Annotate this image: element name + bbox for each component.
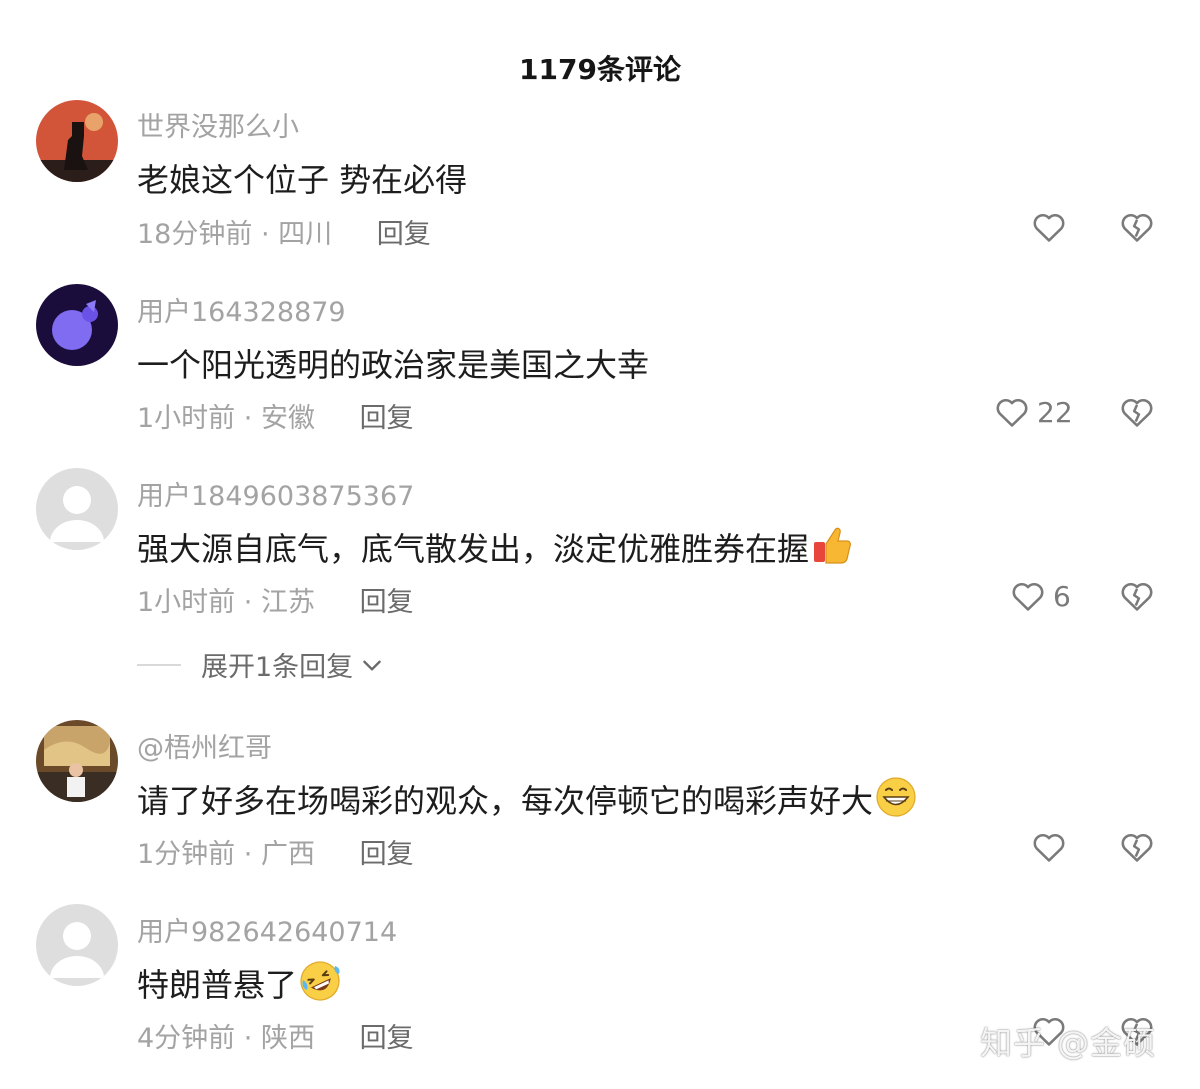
- comment-text-body: 强大源自底气，底气散发出，淡定优雅胜券在握: [137, 530, 810, 568]
- rolling-laughing-face-icon: [299, 960, 341, 1010]
- comment-text: 请了好多在场喝彩的观众，每次停顿它的喝彩声好大: [137, 776, 917, 826]
- comment-meta: 1小时前 · 安徽 回复: [137, 396, 414, 435]
- watermark: 知乎 @金硕: [980, 1024, 1157, 1062]
- broken-heart-icon: [1121, 398, 1153, 427]
- avatar[interactable]: [36, 100, 118, 182]
- expand-replies-label: 展开1条回复: [201, 652, 354, 683]
- dislike-button[interactable]: [1118, 577, 1156, 619]
- comment-meta: 1小时前 · 江苏 回复: [137, 580, 414, 619]
- grinning-face-icon: [875, 776, 917, 826]
- divider: [137, 663, 181, 666]
- reply-button[interactable]: 回复: [360, 1023, 414, 1054]
- like-button[interactable]: [1030, 828, 1068, 866]
- separator: ·: [260, 219, 270, 250]
- username[interactable]: @梧州红哥: [137, 726, 272, 765]
- comment-location: 四川: [278, 219, 333, 250]
- dislike-button[interactable]: [1118, 393, 1156, 435]
- heart-icon: [1033, 833, 1065, 862]
- username[interactable]: 世界没那么小: [137, 105, 299, 144]
- username[interactable]: 用户164328879: [137, 290, 346, 329]
- avatar[interactable]: [36, 468, 118, 550]
- username[interactable]: 用户1849603875367: [137, 474, 414, 513]
- comment-time: 1分钟前: [137, 839, 236, 870]
- like-button[interactable]: 22: [993, 393, 1073, 431]
- reply-button[interactable]: 回复: [360, 403, 414, 434]
- comment-time: 1小时前: [137, 587, 236, 618]
- thumbs-up-icon: [811, 524, 853, 574]
- expand-replies-button[interactable]: 展开1条回复: [137, 645, 385, 684]
- comment-meta: 1分钟前 · 广西 回复: [137, 832, 414, 871]
- broken-heart-icon: [1121, 213, 1153, 242]
- heart-icon: [996, 398, 1028, 427]
- separator: ·: [243, 403, 253, 434]
- avatar[interactable]: [36, 720, 118, 802]
- separator: ·: [243, 1023, 253, 1054]
- separator: ·: [243, 587, 253, 618]
- reply-button[interactable]: 回复: [377, 219, 431, 250]
- comment-time: 18分钟前: [137, 219, 253, 250]
- comments-count-title: 1179条评论: [519, 53, 681, 86]
- dislike-button[interactable]: [1118, 208, 1156, 250]
- comment-location: 陕西: [260, 1023, 315, 1054]
- like-button[interactable]: 6: [1009, 577, 1071, 615]
- reply-button[interactable]: 回复: [360, 587, 414, 618]
- chevron-down-icon: [363, 660, 381, 671]
- reply-button[interactable]: 回复: [360, 839, 414, 870]
- username[interactable]: 用户982642640714: [137, 910, 397, 949]
- heart-icon: [1012, 582, 1044, 611]
- comment-time: 1小时前: [137, 403, 236, 434]
- avatar[interactable]: [36, 284, 118, 366]
- separator: ·: [243, 839, 253, 870]
- comment-text: 特朗普悬了: [137, 960, 341, 1010]
- comment-text: 一个阳光透明的政治家是美国之大幸: [137, 346, 650, 384]
- like-button[interactable]: [1030, 208, 1068, 246]
- comment-text: 老娘这个位子 势在必得: [137, 161, 468, 199]
- comment-location: 安徽: [260, 403, 315, 434]
- comment-location: 广西: [260, 839, 315, 870]
- like-count: 6: [1053, 579, 1071, 613]
- dislike-button[interactable]: [1118, 828, 1156, 870]
- comment-location: 江苏: [260, 587, 315, 618]
- comment-meta: 4分钟前 · 陕西 回复: [137, 1016, 414, 1055]
- comment-text: 强大源自底气，底气散发出，淡定优雅胜券在握: [137, 524, 853, 574]
- comment-time: 4分钟前: [137, 1023, 236, 1054]
- broken-heart-icon: [1121, 833, 1153, 862]
- like-count: 22: [1037, 395, 1073, 429]
- avatar[interactable]: [36, 904, 118, 986]
- comment-meta: 18分钟前 · 四川 回复: [137, 212, 431, 251]
- comment-text-body: 请了好多在场喝彩的观众，每次停顿它的喝彩声好大: [137, 782, 874, 820]
- comment-text-body: 特朗普悬了: [137, 966, 298, 1004]
- broken-heart-icon: [1121, 582, 1153, 611]
- heart-icon: [1033, 213, 1065, 242]
